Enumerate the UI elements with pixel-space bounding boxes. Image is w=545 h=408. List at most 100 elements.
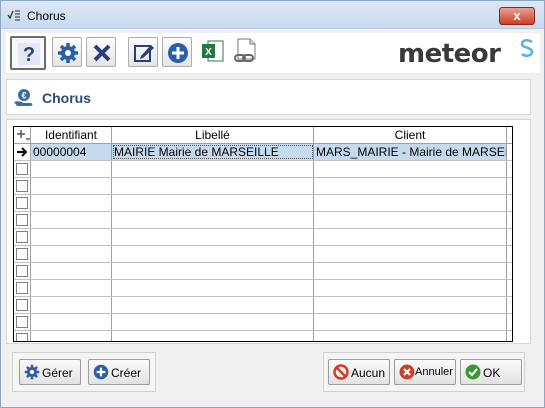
row-indicator[interactable] [14,297,31,313]
cell-identifiant[interactable]: 00000004 [31,144,112,160]
close-button[interactable]: x [499,7,535,25]
empty-row[interactable] [14,314,512,331]
row-indicator[interactable] [14,263,31,279]
cell-client[interactable]: MARS_MAIRIE - Mairie de MARSEILLE [314,144,507,160]
row-checkbox[interactable] [16,163,28,175]
excel-export-button[interactable]: X [202,37,228,67]
empty-cell[interactable] [31,246,112,262]
empty-row[interactable] [14,229,512,246]
empty-cell[interactable] [31,263,112,279]
annuler-button[interactable]: Annuler [394,359,456,385]
help-button[interactable]: ? [10,36,46,70]
empty-cell[interactable] [112,229,314,245]
empty-cell[interactable] [31,314,112,330]
empty-cell[interactable] [112,195,314,211]
gear-icon [24,364,40,380]
table-row[interactable]: 00000004 MAIRIE Mairie de MARSEILLE MARS… [14,144,512,161]
empty-row[interactable] [14,178,512,195]
empty-cell[interactable] [314,297,507,313]
row-checkbox[interactable] [16,333,28,341]
column-header-client[interactable]: Client [314,127,507,143]
gerer-button[interactable]: Gérer [19,359,81,385]
empty-cell[interactable] [314,280,507,296]
empty-cell[interactable] [112,280,314,296]
empty-cell[interactable] [314,229,507,245]
row-indicator[interactable] [14,212,31,228]
edit-button[interactable] [128,37,158,67]
empty-cell [507,314,512,330]
row-indicator[interactable] [14,195,31,211]
empty-cell[interactable] [314,263,507,279]
empty-row[interactable] [14,212,512,229]
empty-cell[interactable] [112,178,314,194]
empty-row[interactable] [14,297,512,314]
empty-cell[interactable] [31,178,112,194]
column-add-indicator[interactable] [14,127,31,143]
row-indicator[interactable] [14,246,31,262]
empty-cell[interactable] [314,178,507,194]
empty-cell[interactable] [31,331,112,341]
title-bar[interactable]: Chorus x [1,1,544,29]
empty-cell[interactable] [31,161,112,177]
empty-row[interactable] [14,246,512,263]
link-document-button[interactable] [232,37,262,67]
settings-button[interactable] [52,37,82,67]
row-checkbox[interactable] [16,197,28,209]
cell-libelle[interactable]: MAIRIE Mairie de MARSEILLE [112,144,314,160]
empty-row[interactable] [14,263,512,280]
logo-mark-icon [520,39,534,57]
logo-text: meteor [398,39,501,69]
window-icon [7,10,20,21]
ok-button[interactable]: OK [460,359,522,385]
cancel-toolbar-button[interactable] [86,37,116,67]
empty-row[interactable] [14,280,512,297]
row-indicator[interactable] [14,280,31,296]
data-grid[interactable]: Identifiant Libellé Client 00000004 MAIR… [13,126,513,342]
creer-label: Créer [111,366,142,380]
row-indicator[interactable] [14,178,31,194]
empty-row[interactable] [14,161,512,178]
empty-cell[interactable] [112,212,314,228]
empty-cell[interactable] [314,246,507,262]
row-checkbox[interactable] [16,231,28,243]
empty-cell [507,161,512,177]
column-header-libelle[interactable]: Libellé [112,127,314,143]
add-button[interactable] [162,37,192,67]
aucun-button[interactable]: Aucun [328,359,390,385]
empty-cell[interactable] [314,195,507,211]
empty-cell[interactable] [31,229,112,245]
row-checkbox[interactable] [16,214,28,226]
column-header-identifiant[interactable]: Identifiant [31,127,112,143]
empty-cell[interactable] [112,297,314,313]
empty-cell[interactable] [314,212,507,228]
empty-cell[interactable] [112,246,314,262]
empty-cell[interactable] [112,263,314,279]
row-checkbox[interactable] [16,282,28,294]
empty-cell[interactable] [112,161,314,177]
row-indicator[interactable] [14,229,31,245]
creer-button[interactable]: Créer [88,359,150,385]
empty-cell[interactable] [314,331,507,341]
row-checkbox[interactable] [16,265,28,277]
empty-cell[interactable] [314,314,507,330]
row-indicator[interactable] [14,331,31,341]
row-checkbox[interactable] [16,316,28,328]
empty-cell[interactable] [31,212,112,228]
empty-cell[interactable] [31,195,112,211]
svg-text:€: € [21,91,26,101]
row-indicator[interactable] [14,314,31,330]
x-icon [93,44,111,62]
empty-row[interactable] [14,195,512,212]
row-indicator[interactable] [14,161,31,177]
row-checkbox[interactable] [16,299,28,311]
empty-cell [507,297,512,313]
row-checkbox[interactable] [16,180,28,192]
empty-cell[interactable] [112,331,314,341]
right-button-group: Aucun Annuler OK [323,352,525,392]
empty-row[interactable] [14,331,512,341]
empty-cell[interactable] [31,280,112,296]
empty-cell[interactable] [112,314,314,330]
row-checkbox[interactable] [16,248,28,260]
empty-cell[interactable] [314,161,507,177]
empty-cell[interactable] [31,297,112,313]
